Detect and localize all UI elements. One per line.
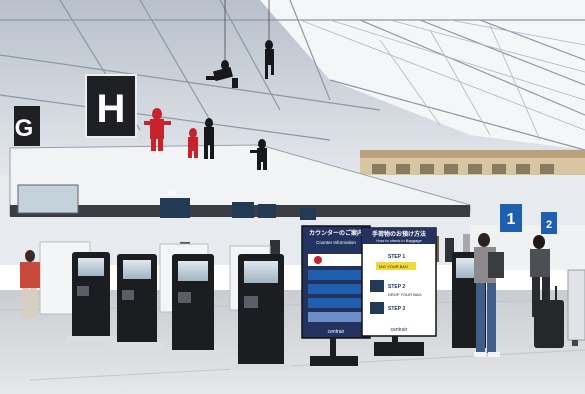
counter-info-title: カウンターのご案内 bbox=[309, 229, 363, 237]
baggage-step-2: STEP 2 bbox=[388, 284, 405, 290]
counter-strip-label: H1 bbox=[168, 190, 177, 197]
scene-illustration: H1 H G 1 2 カウンターのご案内 Counter Information… bbox=[0, 0, 585, 394]
counter-info-brand: centrair bbox=[328, 329, 345, 335]
baggage-step-3: STEP 3 bbox=[388, 306, 405, 312]
counter-g-letter: G bbox=[15, 115, 34, 142]
baggage-board-brand: centrair bbox=[391, 327, 408, 333]
kiosk-4 bbox=[230, 254, 292, 370]
baggage-step-1-label: TAG YOUR BAG bbox=[378, 264, 408, 269]
counter-h-letter: H bbox=[97, 87, 126, 131]
baggage-step-1: STEP 1 bbox=[388, 254, 405, 260]
column-sign-1-number: 1 bbox=[507, 211, 516, 228]
kiosk-2 bbox=[110, 254, 164, 348]
airport-checkin-hall: H1 H G 1 2 カウンターのご案内 Counter Information… bbox=[0, 0, 585, 394]
column-sign-2-number: 2 bbox=[546, 219, 552, 231]
kiosk-3 bbox=[166, 254, 222, 356]
baggage-step-2-label: DROP YOUR BAG bbox=[388, 292, 422, 297]
luggage-cart bbox=[567, 269, 585, 346]
baggage-board-subtitle: How to check in Baggage bbox=[376, 238, 422, 243]
counter-info-subtitle: Counter Information bbox=[316, 240, 356, 245]
baggage-board-title: 手荷物のお預け方法 bbox=[372, 230, 426, 238]
